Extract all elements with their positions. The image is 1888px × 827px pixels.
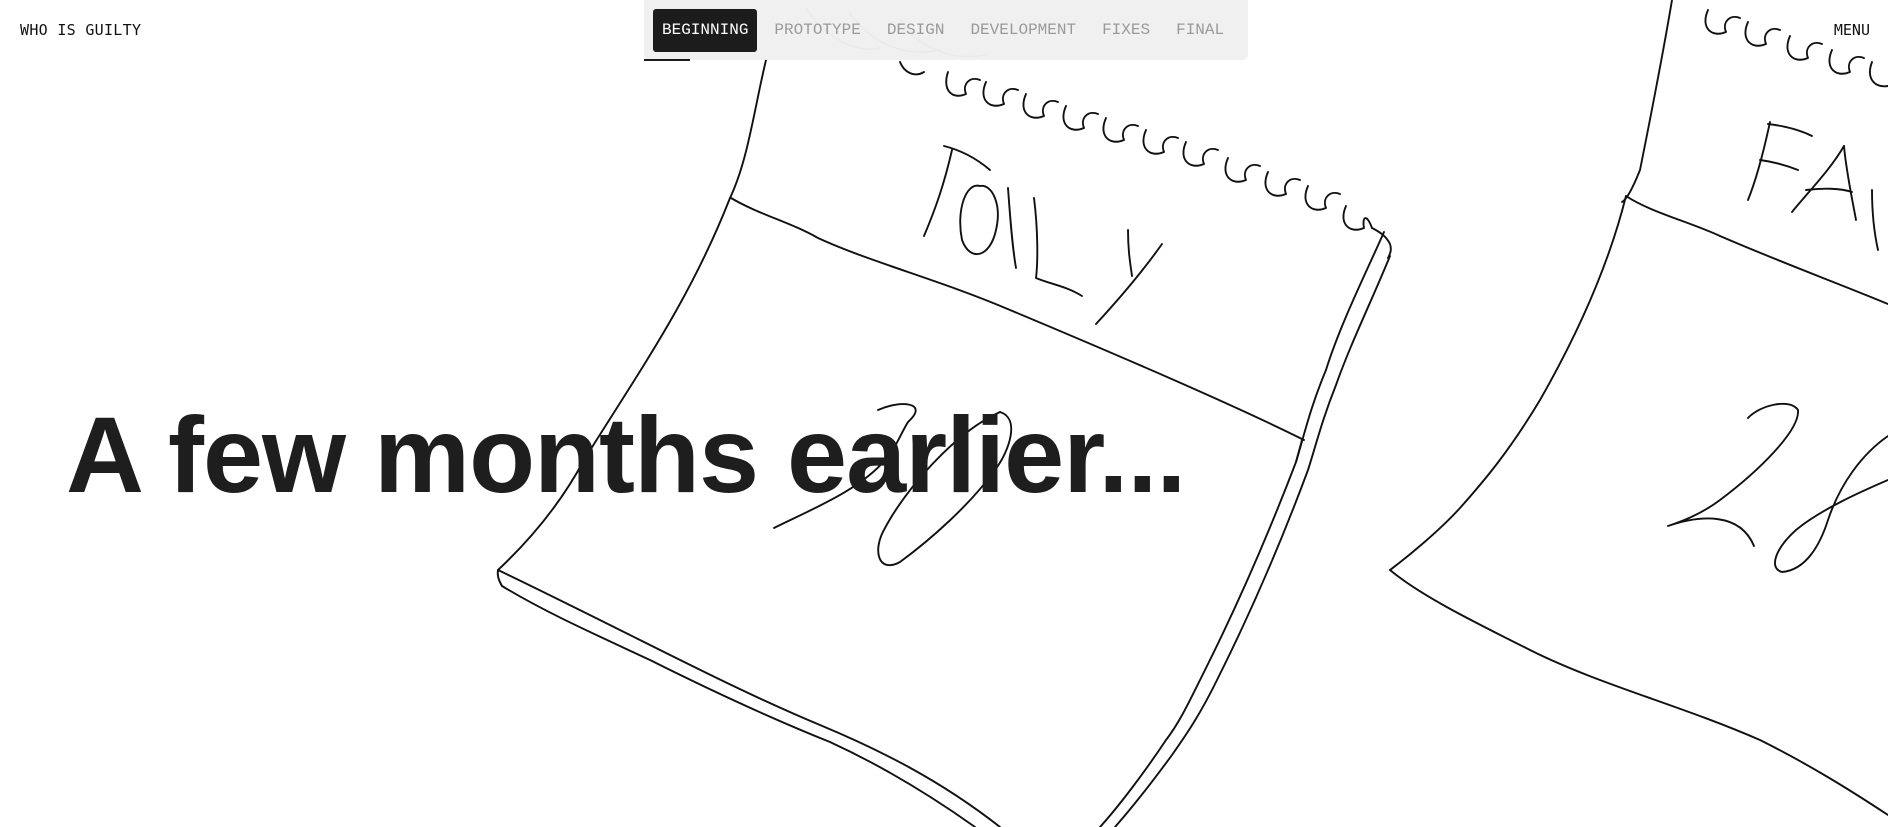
tab-development[interactable]: DEVELOPMENT: [961, 9, 1085, 52]
chapter-progress-indicator: [644, 59, 690, 61]
page: WHO IS GUILTY MENU BEGINNING PROTOTYPE D…: [0, 0, 1888, 827]
menu-button[interactable]: MENU: [1834, 20, 1870, 40]
tab-prototype[interactable]: PROTOTYPE: [765, 9, 869, 52]
tab-beginning[interactable]: BEGINNING: [653, 8, 758, 52]
hero-headline: A few months earlier...: [66, 394, 1186, 515]
tab-final[interactable]: FINAL: [1167, 9, 1233, 52]
tab-fixes[interactable]: FIXES: [1093, 9, 1159, 52]
tab-design[interactable]: DESIGN: [878, 9, 954, 52]
chapter-nav: BEGINNING PROTOTYPE DESIGN DEVELOPMENT F…: [644, 0, 1248, 60]
site-logo[interactable]: WHO IS GUILTY: [20, 20, 141, 40]
calendar-right: [1389, 0, 1888, 816]
